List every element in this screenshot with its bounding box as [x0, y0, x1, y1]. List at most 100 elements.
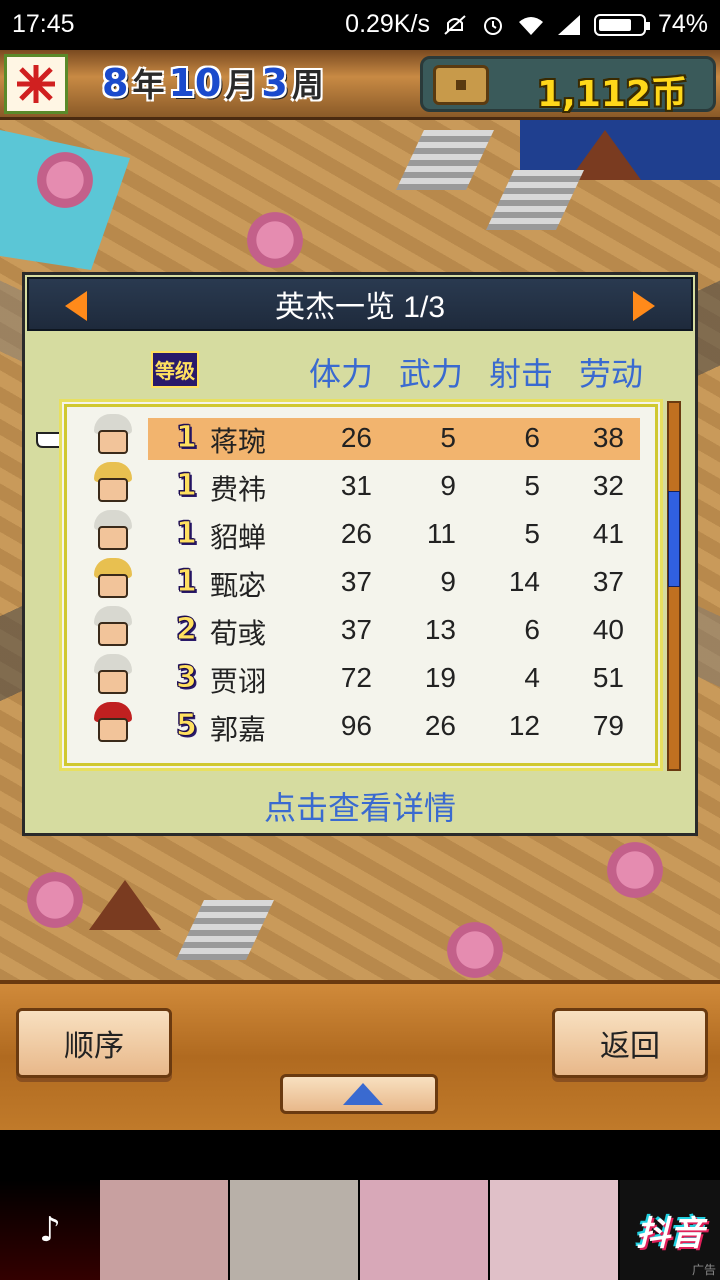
hero-shooting: 14: [508, 566, 540, 597]
detail-hint[interactable]: 点击查看详情: [25, 783, 695, 829]
signal-icon: [556, 14, 582, 36]
status-bar: 17:45 0.29K/s 74%: [0, 0, 720, 50]
hero-strength: 13: [424, 614, 456, 645]
hero-list: 1 蒋琬 26 5 6 38 1 费祎 31 9 5 32 1 貂蝉 26 11 5 41 1 甄宓 37 9 14 37 2 荀…: [59, 399, 663, 771]
hero-stamina: 37: [340, 566, 372, 597]
panel-title: 英杰一览 1/3: [274, 291, 446, 324]
hero-name: 郭嘉: [210, 714, 267, 745]
mute-icon: [442, 14, 468, 36]
col-labor[interactable]: 劳动: [579, 349, 643, 395]
hero-portrait-icon: [88, 700, 138, 750]
hero-stamina: 37: [340, 614, 372, 645]
hero-row[interactable]: 1 貂蝉 26 11 5 41: [62, 510, 660, 558]
hero-row[interactable]: 1 甄宓 37 9 14 37: [62, 558, 660, 606]
ad-banner[interactable]: ♪ 抖音 广告: [0, 1180, 720, 1280]
hero-shooting: 12: [508, 710, 540, 741]
hero-row[interactable]: 1 蒋琬 26 5 6 38: [62, 414, 660, 462]
alarm-icon: [480, 14, 506, 36]
hero-level: 1: [176, 564, 198, 600]
battery-icon: [593, 13, 650, 36]
level-header[interactable]: 等级: [151, 351, 199, 388]
stone-stairs: [176, 900, 274, 960]
wifi-icon: [518, 14, 544, 36]
hero-level: 1: [176, 468, 198, 504]
hero-portrait-icon: [88, 652, 138, 702]
hero-name: 贾诩: [210, 666, 267, 697]
bottom-bar: 顺序 返回: [0, 980, 720, 1130]
panel-header: 英杰一览 1/3: [27, 277, 693, 331]
col-shooting[interactable]: 射击: [489, 349, 553, 395]
top-hud: 8 年 10 月 3 周 1,112币: [0, 50, 720, 120]
hero-labor: 41: [592, 518, 624, 549]
hero-level: 1: [176, 420, 198, 456]
month-number: 10: [168, 61, 222, 105]
game-date: 8 年 10 月 3 周: [78, 56, 398, 112]
hero-stamina: 26: [340, 422, 372, 453]
hero-strength: 19: [424, 662, 456, 693]
hero-strength: 9: [440, 566, 456, 597]
scrollbar-thumb[interactable]: [668, 491, 680, 587]
hero-shooting: 5: [524, 518, 540, 549]
week-unit: 周: [291, 66, 324, 104]
col-strength[interactable]: 武力: [399, 349, 463, 395]
ad-photo: [490, 1180, 620, 1280]
up-triangle-icon: [343, 1083, 383, 1105]
hero-portrait-icon: [88, 508, 138, 558]
stone-stairs: [396, 130, 494, 190]
hero-row[interactable]: 5 郭嘉 96 26 12 79: [62, 702, 660, 750]
blossom-tree: [30, 150, 100, 210]
hero-labor: 40: [592, 614, 624, 645]
hero-stamina: 72: [340, 662, 372, 693]
hero-row[interactable]: 3 贾诩 72 19 4 51: [62, 654, 660, 702]
hero-labor: 51: [592, 662, 624, 693]
blossom-tree: [20, 870, 90, 930]
hero-name: 甄宓: [210, 570, 267, 601]
stone-stairs: [486, 170, 584, 230]
hero-stamina: 26: [340, 518, 372, 549]
hero-stamina: 96: [340, 710, 372, 741]
hero-stamina: 31: [340, 470, 372, 501]
ad-photo: [360, 1180, 490, 1280]
prev-page-arrow-icon[interactable]: [65, 291, 87, 321]
expand-up-button[interactable]: [280, 1074, 438, 1114]
hero-portrait-icon: [88, 556, 138, 606]
week-number: 3: [261, 61, 288, 105]
hero-row[interactable]: 1 费祎 31 9 5 32: [62, 462, 660, 510]
hero-level: 5: [176, 708, 198, 744]
money-amount: 1,112币: [537, 74, 687, 115]
hero-strength: 5: [440, 422, 456, 453]
hero-level: 2: [176, 612, 198, 648]
hero-labor: 79: [592, 710, 624, 741]
blossom-tree: [240, 210, 310, 270]
hero-portrait-icon: [88, 412, 138, 462]
hero-strength: 11: [426, 518, 456, 549]
next-page-arrow-icon[interactable]: [633, 291, 655, 321]
back-button[interactable]: 返回: [552, 1008, 708, 1078]
blossom-tree: [440, 920, 510, 980]
hero-shooting: 6: [524, 614, 540, 645]
ad-photo: [230, 1180, 360, 1280]
list-scrollbar[interactable]: [667, 401, 681, 771]
network-speed: 0.29K/s: [345, 10, 430, 38]
col-stamina[interactable]: 体力: [309, 349, 373, 395]
house: [89, 880, 161, 930]
battery-percent: 74%: [657, 10, 708, 38]
clock: 17:45: [12, 10, 75, 38]
menu-logo-icon[interactable]: [4, 54, 68, 114]
order-button[interactable]: 顺序: [16, 1008, 172, 1078]
ad-tag: 广告: [691, 1263, 716, 1277]
hero-portrait-icon: [88, 604, 138, 654]
treasure-chest-icon: [433, 65, 489, 105]
hero-shooting: 5: [524, 470, 540, 501]
hero-row[interactable]: 2 荀彧 37 13 6 40: [62, 606, 660, 654]
hero-level: 3: [176, 660, 198, 696]
year-number: 8: [102, 61, 129, 105]
hero-name: 荀彧: [210, 618, 267, 649]
blossom-tree: [600, 840, 670, 900]
hero-labor: 32: [592, 470, 624, 501]
ad-photo: [100, 1180, 230, 1280]
hero-name: 费祎: [210, 474, 267, 505]
year-unit: 年: [132, 66, 165, 104]
month-unit: 月: [225, 66, 258, 104]
tiktok-logo-icon: ♪: [0, 1180, 100, 1280]
